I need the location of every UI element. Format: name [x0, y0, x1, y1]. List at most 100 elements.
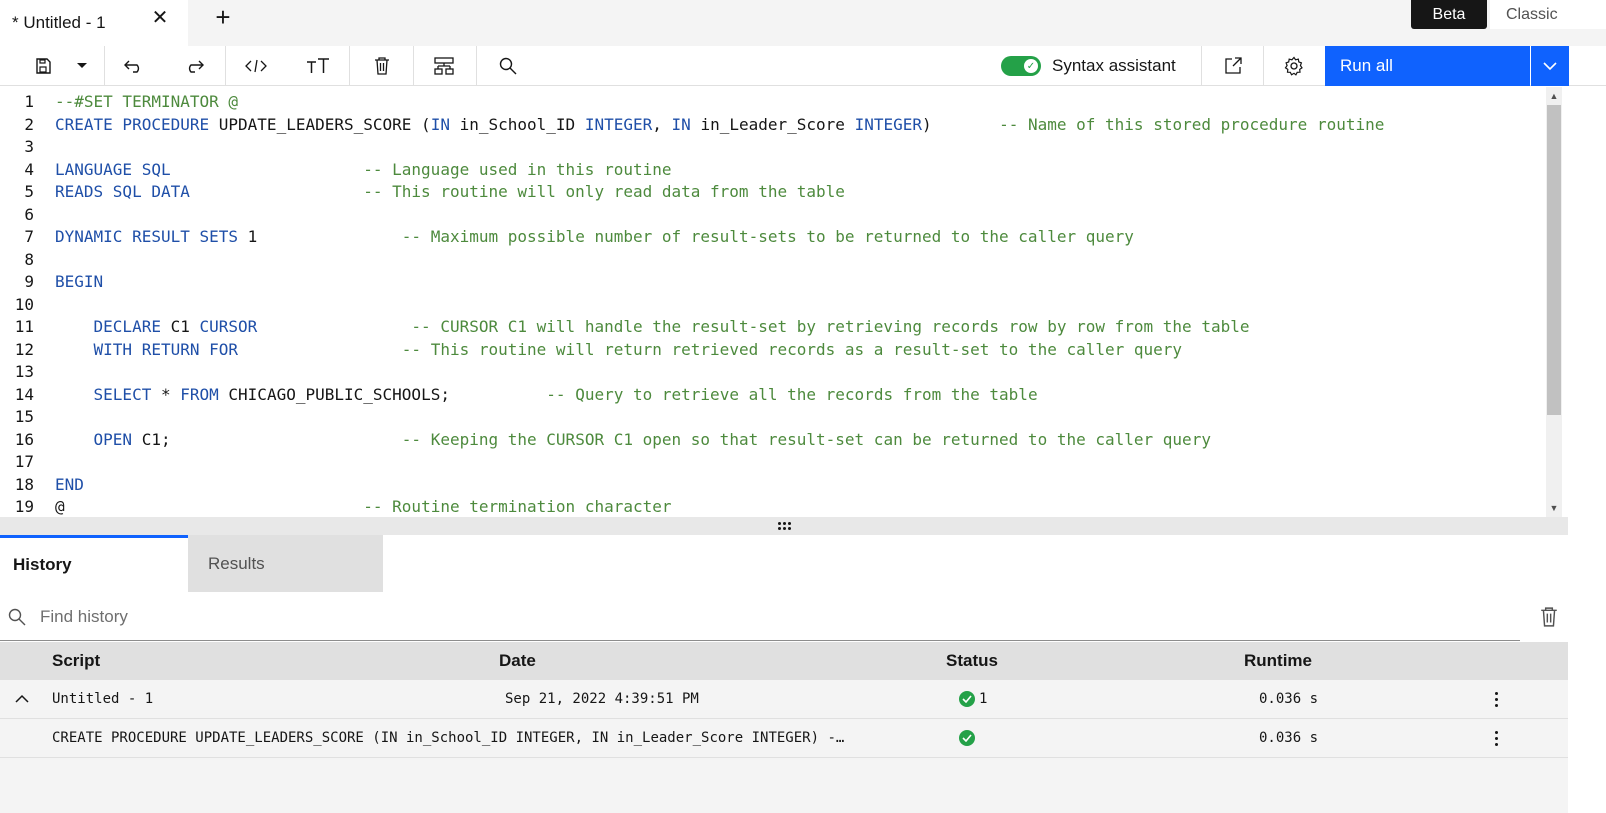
code-line: WITH RETURN FOR -- This routine will ret… — [55, 339, 1183, 361]
sql-comment: -- Language used in this routine — [363, 159, 672, 179]
caret-down-icon — [77, 63, 87, 68]
line-number: 18 — [14, 474, 34, 494]
column-header-date[interactable]: Date — [499, 642, 536, 680]
sql-keyword: CURSOR — [199, 317, 258, 336]
code-line: CREATE PROCEDURE UPDATE_LEADERS_SCORE ( I… — [55, 114, 1384, 136]
tab-untitled-1[interactable]: * Untitled - 1 ✕ — [0, 0, 188, 46]
scroll-up-arrow[interactable]: ▲ — [1546, 89, 1562, 103]
column-header-runtime[interactable]: Runtime — [1244, 642, 1312, 680]
open-in-new-window-button[interactable] — [1217, 46, 1249, 86]
status-count: 1 — [979, 691, 988, 707]
undo-icon — [124, 60, 140, 73]
history-search-input[interactable] — [40, 593, 1510, 640]
sql-editor[interactable]: 1 2 3 4 5 6 7 8 9 10 11 12 13 14 15 16 17 18 19 --#SET TER… — [0, 87, 1568, 517]
sql-token: CHICAGO_PUBLIC_SCHOOLS; — [228, 384, 450, 404]
run-options-button[interactable] — [1531, 46, 1569, 86]
redo-icon — [188, 60, 204, 73]
code-line: END — [55, 474, 84, 496]
toolbar-divider — [349, 46, 350, 86]
line-number: 15 — [14, 407, 34, 426]
column-header-status[interactable]: Status — [946, 642, 998, 680]
sql-token: UPDATE_LEADERS_SCORE ( — [218, 114, 431, 134]
sql-keyword: BEGIN — [55, 272, 104, 291]
tab-history[interactable]: History — [0, 535, 188, 592]
sql-token: C1 — [170, 317, 200, 336]
save-button[interactable] — [28, 46, 58, 86]
column-header-script[interactable]: Script — [52, 642, 100, 680]
tab-results[interactable]: Results — [188, 535, 383, 592]
sql-token: in_School_ID — [459, 114, 585, 134]
tab-strip: * Untitled - 1 ✕ + Beta Classic — [0, 0, 1606, 46]
history-empty-area — [0, 758, 1568, 813]
history-script: Untitled - 1 — [52, 691, 154, 707]
save-options-button[interactable] — [70, 46, 94, 86]
code-line: OPEN C1; -- Keeping the CURSOR C1 open s… — [55, 429, 1211, 451]
sql-keyword: DECLARE — [93, 317, 171, 336]
find-button[interactable] — [492, 46, 524, 86]
history-date: Sep 21, 2022 4:39:51 PM — [505, 691, 699, 707]
redo-button[interactable] — [178, 46, 210, 86]
history-statement-row[interactable]: CREATE PROCEDURE UPDATE_LEADERS_SCORE (I… — [0, 719, 1568, 758]
history-table-header: Script Date Status Runtime — [0, 642, 1568, 680]
check-icon — [959, 691, 975, 707]
clear-history-icon[interactable] — [1540, 607, 1558, 627]
scroll-thumb[interactable] — [1547, 105, 1561, 415]
sql-comment: -- This routine will return retrieved re… — [401, 339, 1183, 359]
code-snippet-button[interactable] — [240, 46, 272, 86]
classic-button[interactable]: Classic — [1490, 0, 1606, 29]
sql-keyword: CREATE PROCEDURE — [55, 114, 219, 134]
beta-button[interactable]: Beta — [1411, 0, 1487, 29]
line-number: 5 — [24, 182, 34, 201]
undo-button[interactable] — [118, 46, 150, 86]
sql-token: ) — [922, 114, 1000, 134]
sql-keyword: IN — [671, 114, 701, 134]
save-icon — [36, 58, 51, 74]
text-size-button[interactable] — [302, 46, 334, 86]
line-number: 2 — [24, 114, 34, 134]
line-number: 1 — [24, 92, 34, 111]
gear-icon — [1284, 56, 1303, 76]
line-number: 7 — [24, 227, 34, 246]
chevron-up-icon[interactable] — [13, 690, 31, 708]
trash-icon — [375, 57, 389, 75]
toolbar-divider — [476, 46, 477, 86]
close-icon[interactable]: ✕ — [150, 7, 170, 29]
history-runtime: 0.036 s — [1259, 730, 1319, 746]
settings-button[interactable] — [1278, 46, 1310, 86]
history-search-row — [0, 593, 1606, 641]
overflow-menu-icon[interactable] — [1488, 688, 1504, 710]
clear-button[interactable] — [366, 46, 398, 86]
sql-keyword: OPEN — [93, 429, 142, 449]
history-row[interactable]: Untitled - 1 Sep 21, 2022 4:39:51 PM 1 0… — [0, 680, 1568, 719]
toolbar-divider — [225, 46, 226, 86]
line-number: 12 — [14, 339, 34, 359]
sql-keyword: END — [55, 474, 84, 494]
sql-token: * — [160, 384, 181, 404]
editor-scrollbar[interactable]: ▲ ▼ — [1546, 87, 1562, 517]
format-button[interactable] — [428, 46, 460, 86]
overflow-menu-icon[interactable] — [1488, 727, 1504, 749]
syntax-assistant-toggle[interactable]: ✓ — [1001, 56, 1041, 76]
add-tab-icon[interactable]: + — [211, 2, 235, 32]
code-line: SELECT * FROM CHICAGO_PUBLIC_SCHOOLS; --… — [55, 384, 1038, 406]
sql-keyword: FROM — [180, 384, 229, 404]
chevron-down-icon — [1543, 61, 1557, 70]
sql-keyword: LANGUAGE SQL — [55, 159, 171, 179]
code-line: --#SET TERMINATOR @ — [55, 91, 238, 113]
toolbar-divider — [1201, 46, 1202, 86]
sql-keyword: DYNAMIC RESULT SETS — [55, 227, 248, 246]
editor-toolbar: ✓ Syntax assistant Run all — [0, 46, 1606, 86]
scroll-down-arrow[interactable]: ▼ — [1546, 501, 1562, 515]
text-size-icon — [307, 58, 329, 73]
line-number: 14 — [14, 384, 34, 404]
run-all-button[interactable]: Run all — [1325, 46, 1530, 86]
code-line: READS SQL DATA -- This routine will only… — [55, 181, 845, 203]
line-number: 9 — [24, 272, 34, 291]
panel-resize-handle[interactable] — [0, 517, 1568, 535]
